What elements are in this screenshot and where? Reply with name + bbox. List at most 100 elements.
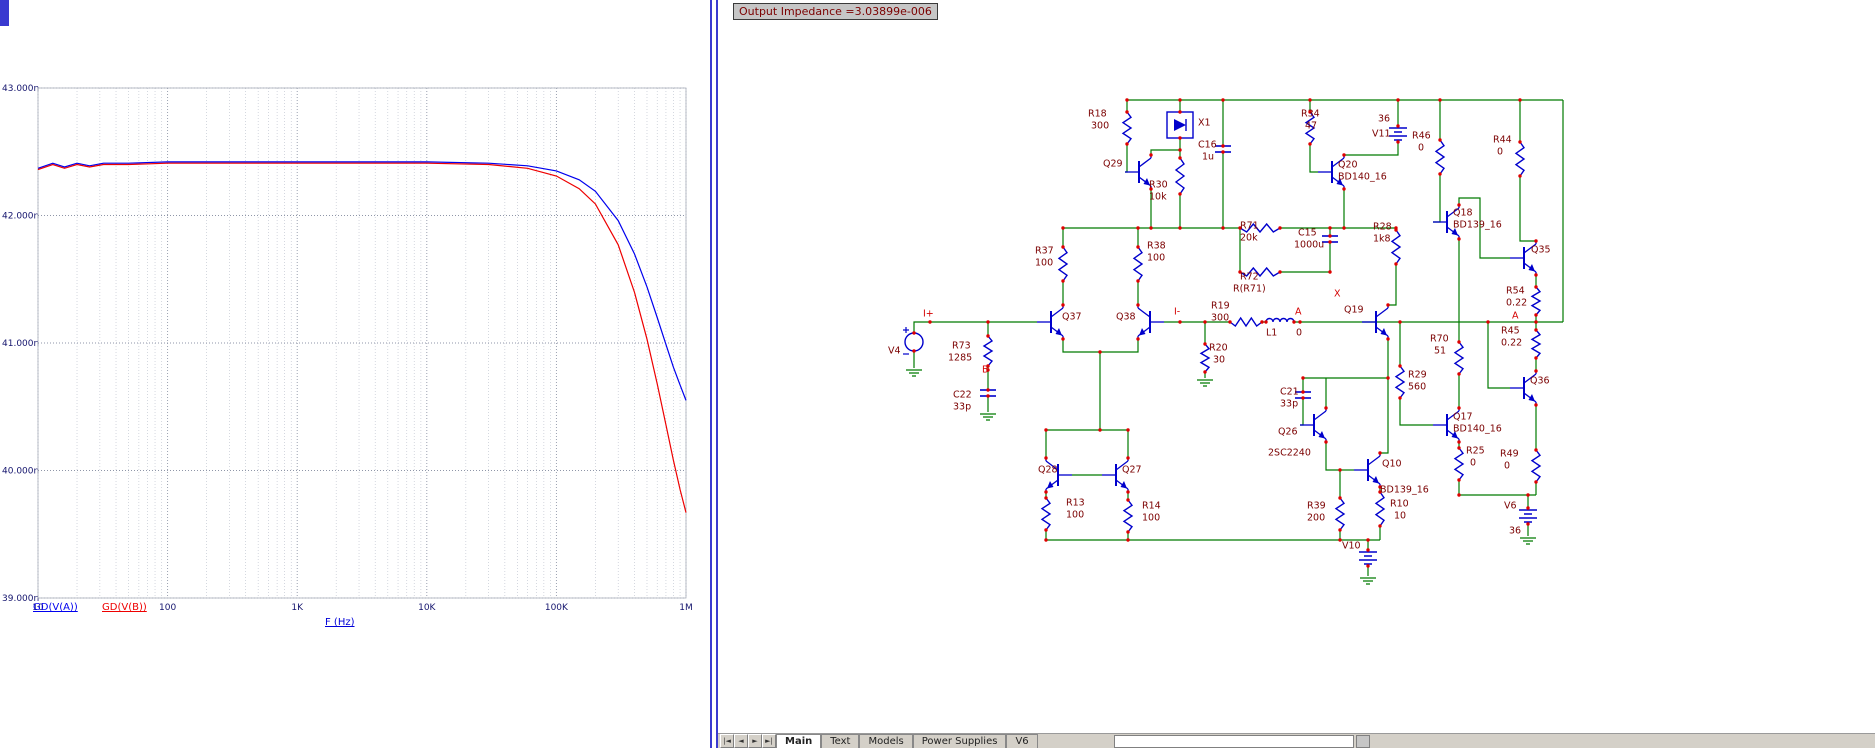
- schematic-label[interactable]: C16: [1198, 140, 1217, 151]
- schematic-label[interactable]: R45: [1501, 326, 1520, 337]
- resistor-R70[interactable]: [1453, 341, 1465, 375]
- transistor-Q37[interactable]: [1037, 305, 1064, 339]
- schematic-label[interactable]: 36: [1378, 114, 1390, 125]
- schematic-label[interactable]: 0: [1497, 147, 1503, 158]
- wire[interactable]: [1519, 176, 1536, 242]
- page-tab-text[interactable]: Text: [821, 734, 860, 748]
- schematic-label[interactable]: Q10: [1382, 459, 1402, 470]
- schematic-label[interactable]: R39: [1307, 501, 1326, 512]
- schematic-label[interactable]: R37: [1035, 246, 1054, 257]
- schematic-label[interactable]: 51: [1434, 346, 1446, 357]
- wire[interactable]: [1399, 398, 1433, 426]
- resistor-R46[interactable]: [1434, 139, 1446, 175]
- schematic-label[interactable]: 36: [1509, 526, 1521, 537]
- schematic-label[interactable]: R14: [1142, 501, 1161, 512]
- schematic-label[interactable]: BD140_16: [1453, 424, 1502, 435]
- schematic-label[interactable]: R20: [1209, 343, 1228, 354]
- tab-scroll-button-4[interactable]: ►|: [762, 734, 776, 748]
- schematic-label[interactable]: V4: [888, 346, 901, 357]
- node-label[interactable]: I+: [923, 309, 934, 320]
- output-impedance-text[interactable]: Output Impedance =3.03899e-006: [733, 3, 938, 20]
- resistor-R37[interactable]: [1057, 246, 1069, 282]
- schematic-label[interactable]: Q35: [1531, 245, 1551, 256]
- schematic-label[interactable]: 0: [1470, 458, 1476, 469]
- resistor-R39[interactable]: [1334, 497, 1346, 531]
- schematic-label[interactable]: 100: [1066, 510, 1084, 521]
- transistor-Q38[interactable]: [1137, 305, 1164, 339]
- wire[interactable]: [1150, 149, 1180, 155]
- schematic-label[interactable]: 300: [1091, 121, 1109, 132]
- schematic-label[interactable]: R30: [1149, 180, 1168, 191]
- page-tab-v6[interactable]: V6: [1006, 734, 1038, 748]
- schematic-label[interactable]: Q26: [1278, 427, 1298, 438]
- schematic-label[interactable]: BD139_16: [1380, 485, 1429, 496]
- schematic-label[interactable]: 1285: [948, 353, 972, 364]
- resistor-R10[interactable]: [1374, 491, 1386, 527]
- schematic-label[interactable]: R18: [1088, 109, 1107, 120]
- schematic-label[interactable]: 300: [1211, 313, 1229, 324]
- schematic-label[interactable]: 1000u: [1294, 240, 1324, 251]
- schematic-label[interactable]: R13: [1066, 498, 1085, 509]
- schematic-label[interactable]: R10: [1390, 499, 1409, 510]
- schematic-label[interactable]: R73: [952, 341, 971, 352]
- schematic-label[interactable]: R72: [1240, 272, 1259, 283]
- schematic-label[interactable]: Q19: [1344, 305, 1364, 316]
- schematic-label[interactable]: 47: [1305, 121, 1317, 132]
- wire[interactable]: [913, 321, 1037, 333]
- schematic-label[interactable]: 0: [1418, 143, 1424, 154]
- schematic-label[interactable]: 1u: [1202, 152, 1214, 163]
- plot-canvas[interactable]: 10 100 1K 10K 100K 1M43.000n42.000n41.000n40.…: [0, 0, 710, 748]
- legend-item-1[interactable]: GD(V(A)): [33, 602, 78, 613]
- resistor-R30[interactable]: [1174, 157, 1186, 195]
- schematic-label[interactable]: Q29: [1103, 159, 1123, 170]
- schematic-label[interactable]: Q28: [1038, 465, 1058, 476]
- schematic-label[interactable]: L1: [1266, 328, 1277, 339]
- schematic-label[interactable]: 560: [1408, 382, 1426, 393]
- wire[interactable]: [1062, 339, 1139, 353]
- battery-V6[interactable]: [1519, 508, 1537, 524]
- schematic-label[interactable]: 100: [1142, 513, 1160, 524]
- schematic-label[interactable]: X1: [1198, 118, 1211, 129]
- schematic-label[interactable]: Q17: [1453, 412, 1473, 423]
- schematic-label[interactable]: 0: [1296, 328, 1302, 339]
- schematic-label[interactable]: BD140_16: [1338, 172, 1387, 183]
- x-axis-label[interactable]: F (Hz): [325, 617, 355, 628]
- schematic-label[interactable]: 10: [1394, 511, 1406, 522]
- schematic-label[interactable]: R71: [1240, 221, 1259, 232]
- schematic-label[interactable]: 33p: [1280, 399, 1298, 410]
- pane-divider[interactable]: [710, 0, 712, 748]
- page-tab-power-supplies[interactable]: Power Supplies: [912, 734, 1007, 748]
- page-tab-models[interactable]: Models: [859, 734, 913, 748]
- schematic-label[interactable]: Q20: [1338, 160, 1358, 171]
- schematic-label[interactable]: 0: [1504, 461, 1510, 472]
- schematic-label[interactable]: 200: [1307, 513, 1325, 524]
- wire[interactable]: [1344, 142, 1399, 156]
- tab-scroll-button-3[interactable]: ►: [748, 734, 762, 748]
- node-label[interactable]: I-: [1174, 307, 1180, 318]
- node-label[interactable]: A: [1295, 307, 1302, 318]
- schematic-label[interactable]: Q36: [1530, 376, 1550, 387]
- resistor-R44[interactable]: [1514, 141, 1526, 177]
- wire[interactable]: [1309, 144, 1318, 173]
- resistor-R73[interactable]: [982, 335, 994, 367]
- node-label[interactable]: B: [982, 365, 989, 376]
- battery-V11[interactable]: [1389, 126, 1407, 142]
- resistor-R38[interactable]: [1132, 246, 1144, 282]
- schematic-label[interactable]: R70: [1430, 334, 1449, 345]
- inductor-L1[interactable]: [1265, 317, 1295, 323]
- schematic-label[interactable]: C15: [1298, 228, 1317, 239]
- schematic-label[interactable]: 2SC2240: [1268, 448, 1311, 459]
- resistor-R45[interactable]: [1530, 329, 1542, 359]
- schematic-label[interactable]: 33p: [953, 402, 971, 413]
- schematic-label[interactable]: R49: [1500, 449, 1519, 460]
- resistor-R29[interactable]: [1394, 365, 1406, 399]
- schematic-label[interactable]: V11: [1372, 129, 1391, 140]
- schematic-label[interactable]: R34: [1301, 109, 1320, 120]
- transistor-Q26[interactable]: [1300, 408, 1327, 442]
- schematic-label[interactable]: R46: [1412, 131, 1431, 142]
- resistor-R25[interactable]: [1453, 447, 1465, 481]
- wire[interactable]: [1458, 480, 1536, 496]
- horizontal-scrollbar[interactable]: [1113, 735, 1354, 748]
- scrollbar-end-box[interactable]: [1355, 735, 1370, 748]
- schematic-label[interactable]: R19: [1211, 301, 1230, 312]
